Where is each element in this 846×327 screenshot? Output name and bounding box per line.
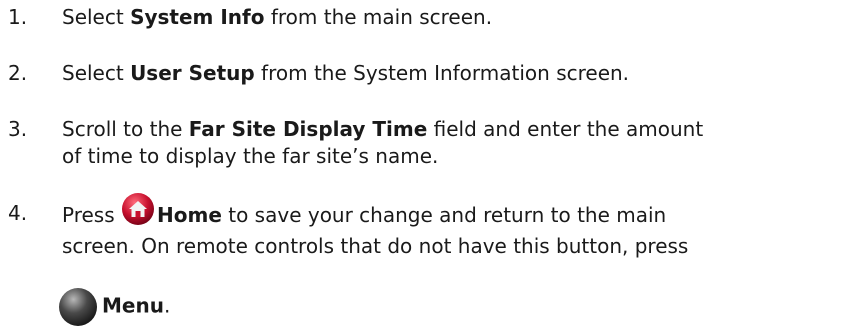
step-number: 3. [8,117,28,141]
home-icon [121,193,157,233]
step-text-pre: Select [62,5,131,29]
ui-term: Far Site Display Time [188,117,428,141]
step-text: Select System Info from the main screen. [62,4,837,31]
step-text-continued: of time to display the far site’s name. [62,144,439,168]
step-text-pre: Scroll to the [62,117,189,141]
ui-term: System Info [130,5,265,29]
step-text: Select User Setup from the System Inform… [62,60,837,87]
menu-icon [59,287,102,327]
step-text-pre: Press [62,203,121,227]
step-text-post: to save your change and return to the ma… [221,203,667,227]
step-text-post: . [163,293,171,318]
step-text: Press Home to save your change and retur… [59,193,837,327]
step-number: 2. [8,61,28,85]
step-text: Scroll to the Far Site Display Time fiel… [62,116,837,170]
step-text-post: from the System Information screen. [254,61,630,85]
step-number: 4. [8,201,28,225]
step-text-continued: screen. On remote controls that do not h… [62,234,689,258]
ui-term: User Setup [130,61,255,85]
step-text-post: from the main screen. [264,5,493,29]
step-number: 1. [8,5,28,29]
ui-term: Home [157,203,222,227]
step-text-post: field and enter the amount [427,117,704,141]
step-text-pre: Select [62,61,131,85]
ui-term: Menu [102,293,164,318]
